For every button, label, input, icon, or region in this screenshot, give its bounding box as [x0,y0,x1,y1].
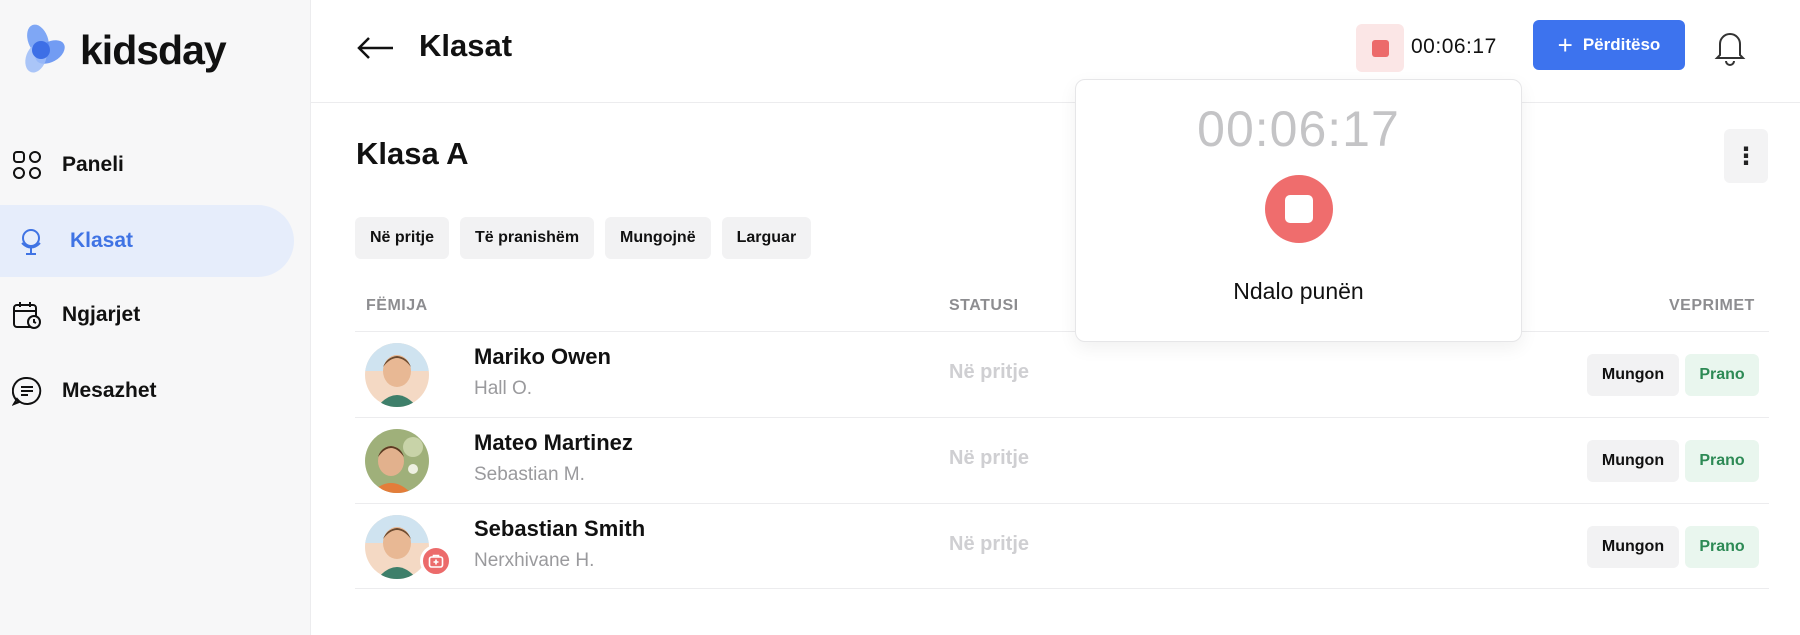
update-button-label: Përditëso [1582,35,1661,54]
sidebar-item-label: Mesazhet [62,379,157,402]
stop-timer-button[interactable] [1356,24,1404,72]
filter-present[interactable]: Të pranishëm [460,217,595,259]
accept-button[interactable]: Prano [1685,440,1759,482]
stop-work-button[interactable] [1265,175,1333,243]
table-row[interactable]: Mariko Owen Hall O. Në pritje Mungon Pra… [355,331,1769,417]
sidebar-item-label: Paneli [62,153,124,176]
stop-icon [1285,195,1313,223]
page-title: Klasat [419,28,513,63]
table-row[interactable]: Sebastian Smith Nerxhivane H. Në pritje … [355,503,1769,589]
logo[interactable]: kidsday [16,22,227,78]
timer-popover: 00:06:17 Ndalo punën [1075,79,1522,342]
child-name: Mariko Owen [474,344,611,369]
message-icon [12,376,42,406]
filter-pending[interactable]: Në pritje [355,217,450,259]
accept-button[interactable]: Prano [1685,354,1759,396]
class-title: Klasa A [356,136,469,171]
timer-display[interactable]: 00:06:17 [1411,35,1497,59]
sidebar-item-klasat[interactable]: Klasat [0,205,294,277]
status-badge: Në pritje [949,447,1030,469]
kebab-menu-icon: ⋮ [1734,142,1758,170]
guardian-name: Nerxhivane H. [474,550,595,571]
child-name: Mateo Martinez [474,430,633,455]
medical-kit-icon [420,545,452,577]
mark-absent-button[interactable]: Mungon [1587,526,1679,568]
avatar [365,429,429,493]
sidebar-item-ngjarjet[interactable]: Ngjarjet [0,279,294,351]
avatar [365,343,429,407]
plus-icon: + [1557,30,1573,60]
bell-icon[interactable] [1711,28,1749,66]
guardian-name: Sebastian M. [474,464,585,485]
column-header-child: FËMIJA [366,297,428,314]
column-header-actions: VEPRIMET [1669,297,1755,314]
status-badge: Në pritje [949,361,1030,383]
kidsday-logo-icon [25,24,65,73]
accept-button[interactable]: Prano [1685,526,1759,568]
status-filters: Në pritje Të pranishëm Mungojnë Larguar [355,217,812,259]
table-row[interactable]: Mateo Martinez Sebastian M. Në pritje Mu… [355,417,1769,503]
stop-work-label[interactable]: Ndalo punën [1076,278,1521,305]
sidebar-item-label: Ngjarjet [62,303,141,326]
top-bar: Klasat 00:06:17 + Përditëso [311,0,1800,103]
status-badge: Në pritje [949,533,1030,555]
filter-absent[interactable]: Mungojnë [605,217,711,259]
filter-left[interactable]: Larguar [721,217,812,259]
avatar [365,515,429,579]
column-header-status: STATUSI [949,297,1019,314]
calendar-clock-icon [12,300,42,330]
popover-timer: 00:06:17 [1197,101,1400,157]
grid-icon [12,150,42,180]
mark-absent-button[interactable]: Mungon [1587,440,1679,482]
sidebar: kidsday Paneli Klasat Ngjarjet Mesazhet [0,0,311,635]
back-arrow-icon[interactable] [355,30,395,66]
update-button[interactable]: + Përditëso [1533,20,1685,70]
child-name: Sebastian Smith [474,516,646,541]
guardian-name: Hall O. [474,378,533,399]
stop-icon [1371,39,1389,57]
sidebar-item-paneli[interactable]: Paneli [0,129,294,201]
more-options-button[interactable]: ⋮ [1724,129,1768,183]
sidebar-item-mesazhet[interactable]: Mesazhet [0,355,294,427]
sidebar-item-label: Klasat [70,229,134,252]
mark-absent-button[interactable]: Mungon [1587,354,1679,396]
globe-icon [16,226,46,256]
brand-name: kidsday [80,26,227,73]
